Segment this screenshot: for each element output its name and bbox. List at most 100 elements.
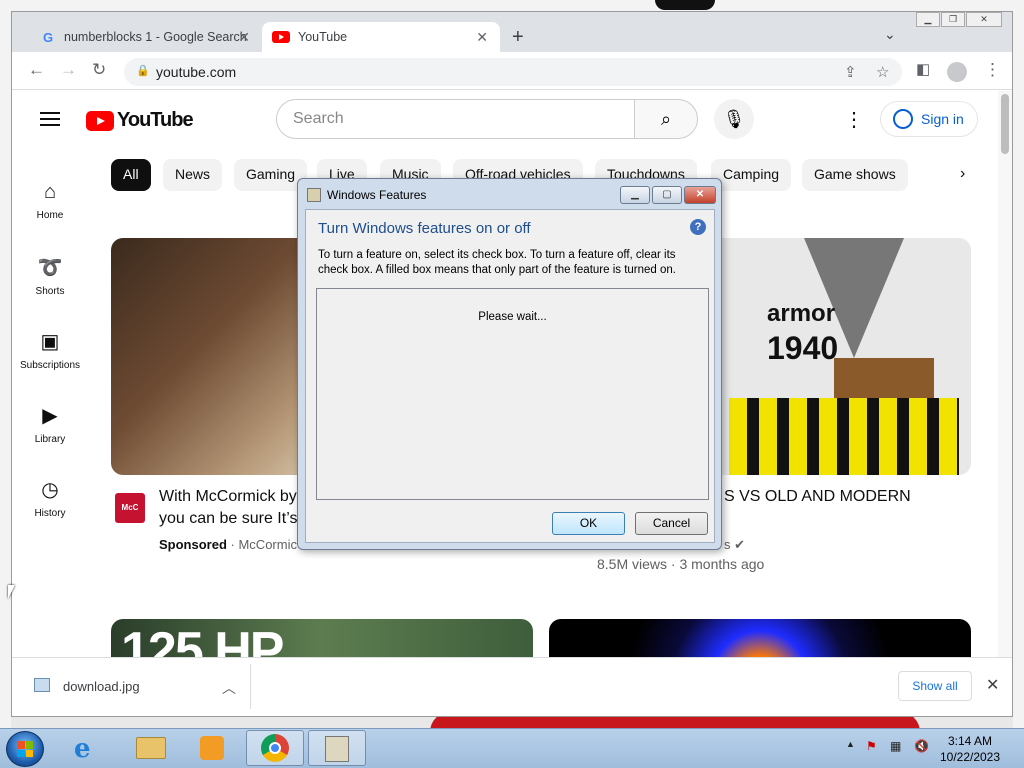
microphone-icon[interactable]: 🎙 <box>714 99 754 139</box>
mouse-cursor-icon <box>8 585 15 599</box>
tab-label: YouTube <box>298 30 348 44</box>
cancel-button[interactable]: Cancel <box>635 512 708 535</box>
youtube-icon <box>272 31 290 43</box>
restore-window-button[interactable]: ❐ <box>941 12 965 27</box>
thumbnail-text: 1940 <box>767 330 839 366</box>
help-icon[interactable]: ? <box>690 219 706 235</box>
channel-name[interactable]: s ✔ <box>724 537 745 553</box>
windows-features-taskbar-button[interactable] <box>308 730 366 766</box>
library-icon: ▶ <box>42 405 58 427</box>
download-bar <box>12 657 1012 715</box>
sign-in-button[interactable]: Sign in <box>880 101 978 137</box>
forward-arrow-icon[interactable]: → <box>60 60 77 80</box>
show-all-button[interactable]: Show all <box>898 671 972 701</box>
channel-name[interactable]: · McCormic <box>231 537 297 552</box>
media-player-icon <box>200 736 224 760</box>
network-icon[interactable]: ▦ <box>890 739 901 753</box>
image-file-icon <box>34 678 50 692</box>
minimize-window-button[interactable]: ▁ <box>916 12 940 27</box>
chip-game-shows[interactable]: Game shows <box>802 159 908 191</box>
desktop-edge-left <box>0 14 11 728</box>
ok-button[interactable]: OK <box>552 512 625 535</box>
bookmark-star-icon[interactable]: ☆ <box>876 63 889 81</box>
shorts-icon: ➰ <box>37 257 63 279</box>
sidebar-item-library[interactable]: ▶ Library <box>12 403 88 445</box>
tab-search-icon[interactable]: ⌄ <box>884 26 896 43</box>
chrome-taskbar-button[interactable] <box>246 730 304 766</box>
sidebar-item-home[interactable]: ⌂ Home <box>12 181 88 221</box>
sidebar-item-label: Shorts <box>35 286 65 297</box>
media-player-taskbar-button[interactable] <box>184 730 242 766</box>
thumbnail-text: armor <box>767 300 836 327</box>
lock-icon[interactable]: 🔒 <box>136 64 150 77</box>
divider <box>250 664 251 709</box>
internet-explorer-taskbar-button[interactable]: e <box>60 730 118 766</box>
reload-icon[interactable]: ↻ <box>92 60 106 80</box>
sidebar-item-label: Library <box>34 434 66 445</box>
video-meta: Sponsored · McCormic <box>159 537 297 552</box>
video-thumbnail[interactable]: 125 HP <box>111 619 533 657</box>
dialog-heading: Turn Windows features on or off <box>318 220 531 237</box>
address-bar[interactable]: 🔒 youtube.com ⇪ ☆ <box>124 58 902 86</box>
action-center-flag-icon[interactable]: ⚑ <box>866 739 877 753</box>
show-hidden-icons-arrow[interactable]: ▲ <box>846 739 855 749</box>
chrome-menu-icon[interactable]: ⋮ <box>984 60 1001 80</box>
back-arrow-icon[interactable]: ← <box>28 60 45 80</box>
tab-strip: G numberblocks 1 - Google Search ✕ YouTu… <box>12 12 1012 52</box>
verified-icon: ✔ <box>734 537 746 552</box>
desktop-wallpaper-shape <box>655 0 715 10</box>
search-input[interactable]: Search <box>276 99 636 139</box>
channel-avatar[interactable]: McC <box>115 493 145 523</box>
chip-all[interactable]: All <box>111 159 151 191</box>
sidebar-item-shorts[interactable]: ➰ Shorts <box>12 255 88 297</box>
windows-logo-icon <box>17 741 33 757</box>
tab-youtube[interactable]: YouTube ✕ <box>262 22 500 52</box>
volume-muted-icon[interactable]: 🔇 <box>914 739 929 753</box>
clock-date: 10/22/2023 <box>939 750 1001 764</box>
video-title[interactable]: S VS OLD AND MODERN <box>724 486 911 508</box>
new-tab-button[interactable]: + <box>512 26 524 49</box>
search-icon[interactable]: ⌕ <box>634 99 698 139</box>
close-tab-icon[interactable]: ✕ <box>238 29 250 46</box>
dialog-title: Windows Features <box>327 188 427 202</box>
dialog-body: Turn Windows features on or off ? To tur… <box>305 209 715 543</box>
system-clock[interactable]: 3:14 AM 10/22/2023 <box>930 733 1010 765</box>
features-list[interactable]: Please wait... <box>316 288 709 500</box>
youtube-logo[interactable]: YouTube <box>86 109 194 132</box>
title-line: With McCormick by <box>159 488 297 505</box>
side-panel-icon[interactable]: ◧ <box>916 60 930 78</box>
google-icon: G <box>42 29 54 45</box>
video-thumbnail[interactable] <box>549 619 971 657</box>
download-filename[interactable]: download.jpg <box>63 679 140 694</box>
close-window-button[interactable]: ✕ <box>966 12 1002 27</box>
hamburger-menu-icon[interactable] <box>40 112 60 126</box>
settings-menu-icon[interactable]: ⋮ <box>844 107 864 132</box>
minimize-button[interactable]: ▁ <box>620 186 650 204</box>
thumbnail-text: 125 HP <box>121 622 284 657</box>
scrollbar-thumb[interactable] <box>1001 94 1009 154</box>
close-tab-icon[interactable]: ✕ <box>476 29 488 46</box>
subscriptions-icon: ▣ <box>40 331 60 353</box>
chip-news[interactable]: News <box>163 159 223 191</box>
sign-in-label: Sign in <box>921 111 964 127</box>
file-explorer-taskbar-button[interactable] <box>122 730 180 766</box>
home-icon: ⌂ <box>43 181 57 203</box>
sidebar-item-history[interactable]: ◷ History <box>12 477 88 519</box>
share-icon[interactable]: ⇪ <box>844 63 857 81</box>
start-button[interactable] <box>6 731 44 767</box>
account-icon <box>893 109 913 129</box>
chevron-right-icon[interactable]: › <box>960 165 965 183</box>
sidebar-item-label: Home <box>36 210 64 221</box>
history-icon: ◷ <box>41 479 59 501</box>
page-scrollbar[interactable] <box>998 91 1012 657</box>
profile-avatar-icon[interactable] <box>947 62 967 82</box>
close-icon[interactable]: ✕ <box>986 675 999 695</box>
chip-camping[interactable]: Camping <box>711 159 792 191</box>
video-title[interactable]: With McCormick by you can be sure It’s <box>159 486 309 530</box>
tab-google-search[interactable]: G numberblocks 1 - Google Search ✕ <box>30 22 262 52</box>
close-button[interactable]: ✕ <box>684 186 716 204</box>
desktop-edge-right <box>1013 14 1024 728</box>
sidebar-item-subscriptions[interactable]: ▣ Subscriptions <box>12 329 88 371</box>
chevron-up-icon[interactable]: ︿ <box>222 678 236 698</box>
maximize-button[interactable]: ▢ <box>652 186 682 204</box>
